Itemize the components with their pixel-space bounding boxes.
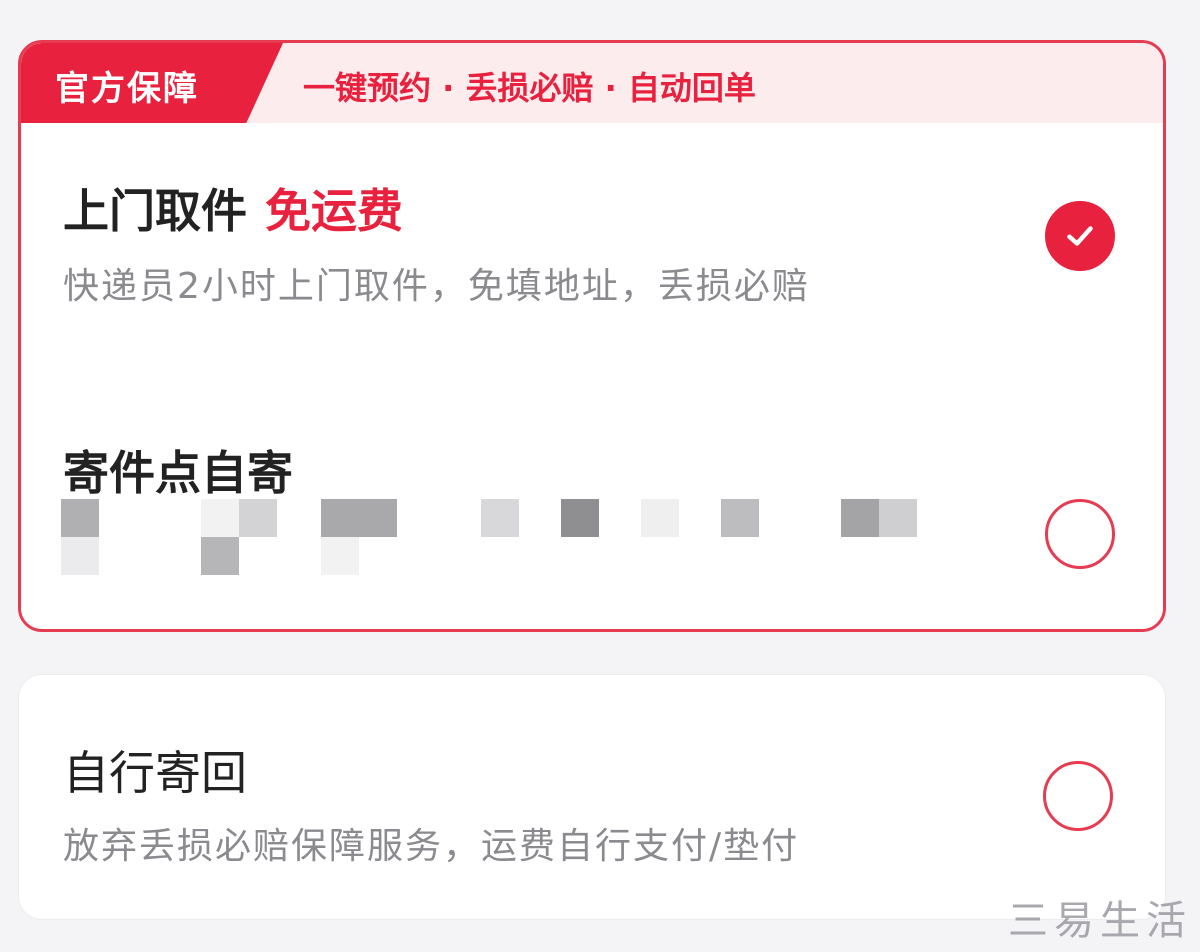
- guarantee-slogan: 一键预约 · 丢损必赔 · 自动回单: [303, 69, 756, 107]
- option-description: 放弃丢损必赔保障服务，运费自行支付/垫付: [63, 826, 800, 867]
- radio-self-return[interactable]: [1043, 761, 1113, 831]
- option-title-text: 上门取件: [63, 184, 247, 238]
- watermark: 三易生活: [1008, 898, 1192, 944]
- official-options: 上门取件 免运费 快递员2小时上门取件，免填地址，丢损必赔 寄件点自寄: [21, 123, 1163, 629]
- official-guarantee-card: 官方保障 一键预约 · 丢损必赔 · 自动回单 上门取件 免运费 快递员2小时上门…: [18, 40, 1166, 632]
- guarantee-header: 官方保障 一键预约 · 丢损必赔 · 自动回单: [21, 43, 1163, 123]
- guarantee-tag-label: 官方保障: [55, 69, 199, 109]
- option-title: 上门取件 免运费: [63, 175, 403, 241]
- check-icon: [1067, 226, 1093, 246]
- option-self-return[interactable]: 自行寄回 放弃丢损必赔保障服务，运费自行支付/垫付: [18, 674, 1166, 920]
- obscured-description: [61, 499, 941, 579]
- option-title: 寄件点自寄: [63, 446, 293, 500]
- option-title: 自行寄回: [63, 746, 247, 800]
- option-doorstep-pickup[interactable]: 上门取件 免运费 快递员2小时上门取件，免填地址，丢损必赔: [21, 123, 1163, 403]
- radio-drop-off-point[interactable]: [1045, 499, 1115, 569]
- free-shipping-label: 免运费: [265, 184, 403, 238]
- option-description: 快递员2小时上门取件，免填地址，丢损必赔: [63, 266, 810, 307]
- radio-doorstep-pickup[interactable]: [1045, 201, 1115, 271]
